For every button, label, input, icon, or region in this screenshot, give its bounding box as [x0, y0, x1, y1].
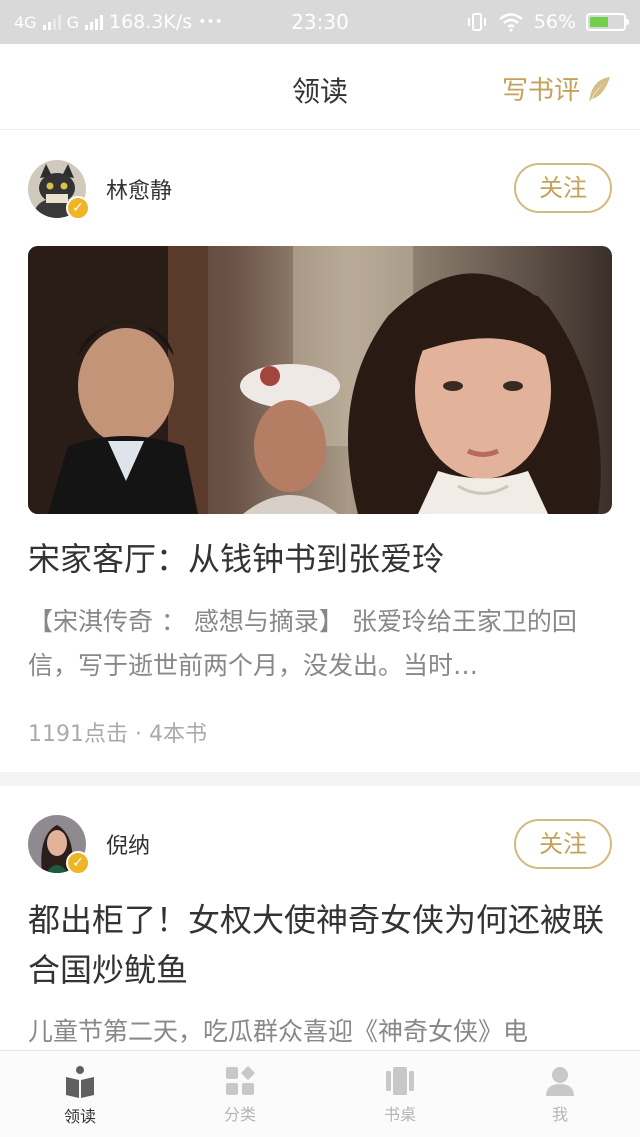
battery-percent: 56%	[533, 11, 576, 33]
author-row[interactable]: ✓ 林愈静	[28, 160, 172, 220]
tab-label: 我	[551, 1105, 568, 1124]
author-row[interactable]: ✓ 倪纳	[28, 815, 150, 875]
network-type-1: 4G	[14, 12, 37, 32]
tab-read[interactable]: 领读	[0, 1051, 160, 1137]
tab-label: 分类	[223, 1105, 256, 1124]
bottom-tab-bar: 领读 分类 书桌 我	[0, 1050, 640, 1137]
tab-label: 领读	[63, 1107, 96, 1126]
book-open-icon	[66, 1066, 94, 1098]
feather-pen-icon	[589, 76, 610, 101]
post-title[interactable]: 宋家客厅：从钱钟书到张爱玲	[28, 534, 612, 584]
status-right: 56%	[466, 11, 629, 33]
tab-desk[interactable]: 书桌	[320, 1051, 480, 1137]
tab-me[interactable]: 我	[480, 1051, 640, 1137]
write-review-label: 写书评	[501, 76, 580, 106]
header: 领读 写书评	[0, 44, 640, 130]
avatar[interactable]: ✓	[28, 160, 90, 220]
app-screen: 4G G 168.3K/s ••• 23:30 56% 领读 写书评 ✓ 林愈静…	[0, 0, 640, 1137]
signal-icon	[42, 14, 61, 30]
battery-level	[590, 17, 608, 27]
user-icon	[546, 1067, 574, 1096]
post-excerpt[interactable]: 【宋淇传奇 ： 感想与摘录】 张爱玲给王家卫的回信，写于逝世前两个月，没发出。当…	[28, 600, 612, 688]
network-speed: 168.3K/s	[108, 11, 193, 33]
card-divider	[0, 772, 640, 786]
cover-image[interactable]	[28, 246, 612, 514]
tab-category[interactable]: 分类	[160, 1051, 320, 1137]
post-excerpt[interactable]: 儿童节第二天，吃瓜群众喜迎《神奇女侠》电	[28, 1010, 612, 1054]
network-type-2: G	[66, 12, 79, 32]
follow-button[interactable]: 关注	[514, 819, 612, 869]
film-still-image	[28, 246, 612, 514]
wifi-icon	[499, 13, 523, 32]
avatar[interactable]: ✓	[28, 815, 90, 875]
battery-icon	[586, 13, 629, 31]
bookshelf-icon	[386, 1067, 414, 1095]
post-meta: 1191点击 · 4本书	[28, 722, 207, 747]
tab-label: 书桌	[383, 1105, 416, 1124]
category-icon	[226, 1066, 255, 1095]
write-review-button[interactable]: 写书评	[502, 70, 612, 107]
notification-dots: •••	[198, 14, 223, 30]
status-left: 4G G 168.3K/s •••	[14, 11, 223, 33]
author-name[interactable]: 倪纳	[106, 828, 150, 860]
author-name[interactable]: 林愈静	[106, 173, 172, 205]
post-title[interactable]: 都出柜了！女权大使神奇女侠为何还被联合国炒鱿鱼	[28, 895, 612, 995]
verified-badge-icon: ✓	[66, 851, 90, 875]
follow-button[interactable]: 关注	[514, 163, 612, 213]
status-bar: 4G G 168.3K/s ••• 23:30 56%	[0, 0, 640, 44]
vibrate-icon	[467, 13, 486, 31]
verified-badge-icon: ✓	[66, 196, 90, 220]
signal-icon	[84, 14, 103, 30]
